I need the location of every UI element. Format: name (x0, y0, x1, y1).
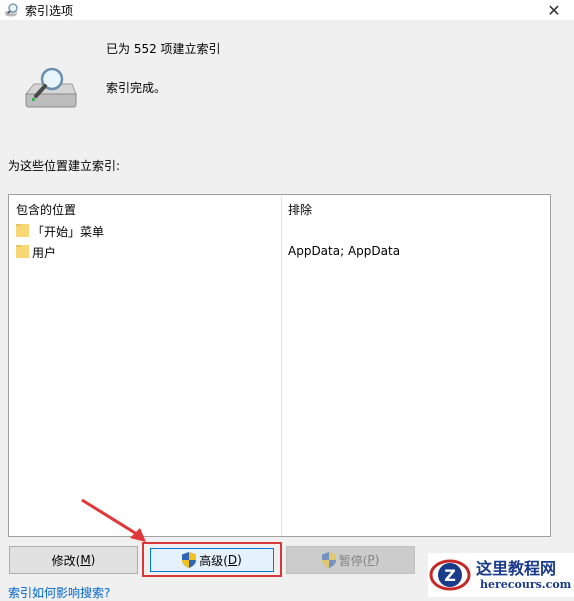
close-button[interactable]: ✕ (534, 0, 574, 20)
pause-label: 暂停( (338, 553, 368, 568)
watermark-logo-icon: Z (429, 559, 471, 591)
uac-shield-icon (321, 552, 336, 568)
indexed-drive-icon (24, 67, 77, 108)
index-status: 索引完成。 (106, 81, 167, 95)
window-title: 索引选项 (25, 4, 74, 18)
pause-accesskey: P (367, 553, 375, 567)
table-row[interactable]: 「开始」菜单 (9, 220, 550, 241)
location-exclude: AppData; AppData (288, 244, 401, 258)
locations-table[interactable]: 包含的位置 排除 「开始」菜单 用户 AppData; AppData (8, 194, 551, 537)
modify-accesskey: M (80, 553, 91, 567)
location-name: 「开始」菜单 (32, 225, 105, 239)
highlight-box: 高级(D) (142, 542, 282, 577)
modify-suffix: ) (90, 553, 96, 567)
advanced-accesskey: D (227, 553, 238, 567)
indexed-count: 已为 552 项建立索引 (106, 42, 221, 56)
indexing-options-icon (5, 3, 18, 17)
modify-label: 修改( (51, 553, 81, 568)
svg-text:Z: Z (444, 566, 456, 585)
title-bar: 索引选项 ✕ (0, 0, 574, 20)
annotation-arrow (81, 498, 146, 542)
location-name: 用户 (32, 246, 57, 260)
advanced-label: 高级( (199, 553, 228, 568)
help-link[interactable]: 索引如何影响搜索? (8, 584, 110, 601)
section-label: 为这些位置建立索引: (8, 159, 121, 173)
uac-shield-icon (182, 552, 197, 568)
pause-suffix: ) (374, 553, 380, 567)
advanced-button[interactable]: 高级(D) (150, 548, 274, 572)
watermark: Z 这里教程网 herecours.com (428, 553, 574, 597)
folder-icon (16, 224, 29, 237)
watermark-title: 这里教程网 (476, 559, 557, 578)
column-header-excluded[interactable]: 排除 (288, 201, 312, 218)
modify-button[interactable]: 修改(M) (9, 546, 138, 574)
column-header-included[interactable]: 包含的位置 (16, 201, 76, 218)
watermark-subtitle: herecours.com (480, 578, 572, 591)
advanced-suffix: ) (237, 553, 242, 567)
close-icon: ✕ (547, 0, 561, 20)
folder-icon (16, 245, 29, 258)
pause-button[interactable]: 暂停(P) (286, 546, 415, 574)
table-row[interactable]: 用户 AppData; AppData (9, 241, 550, 262)
